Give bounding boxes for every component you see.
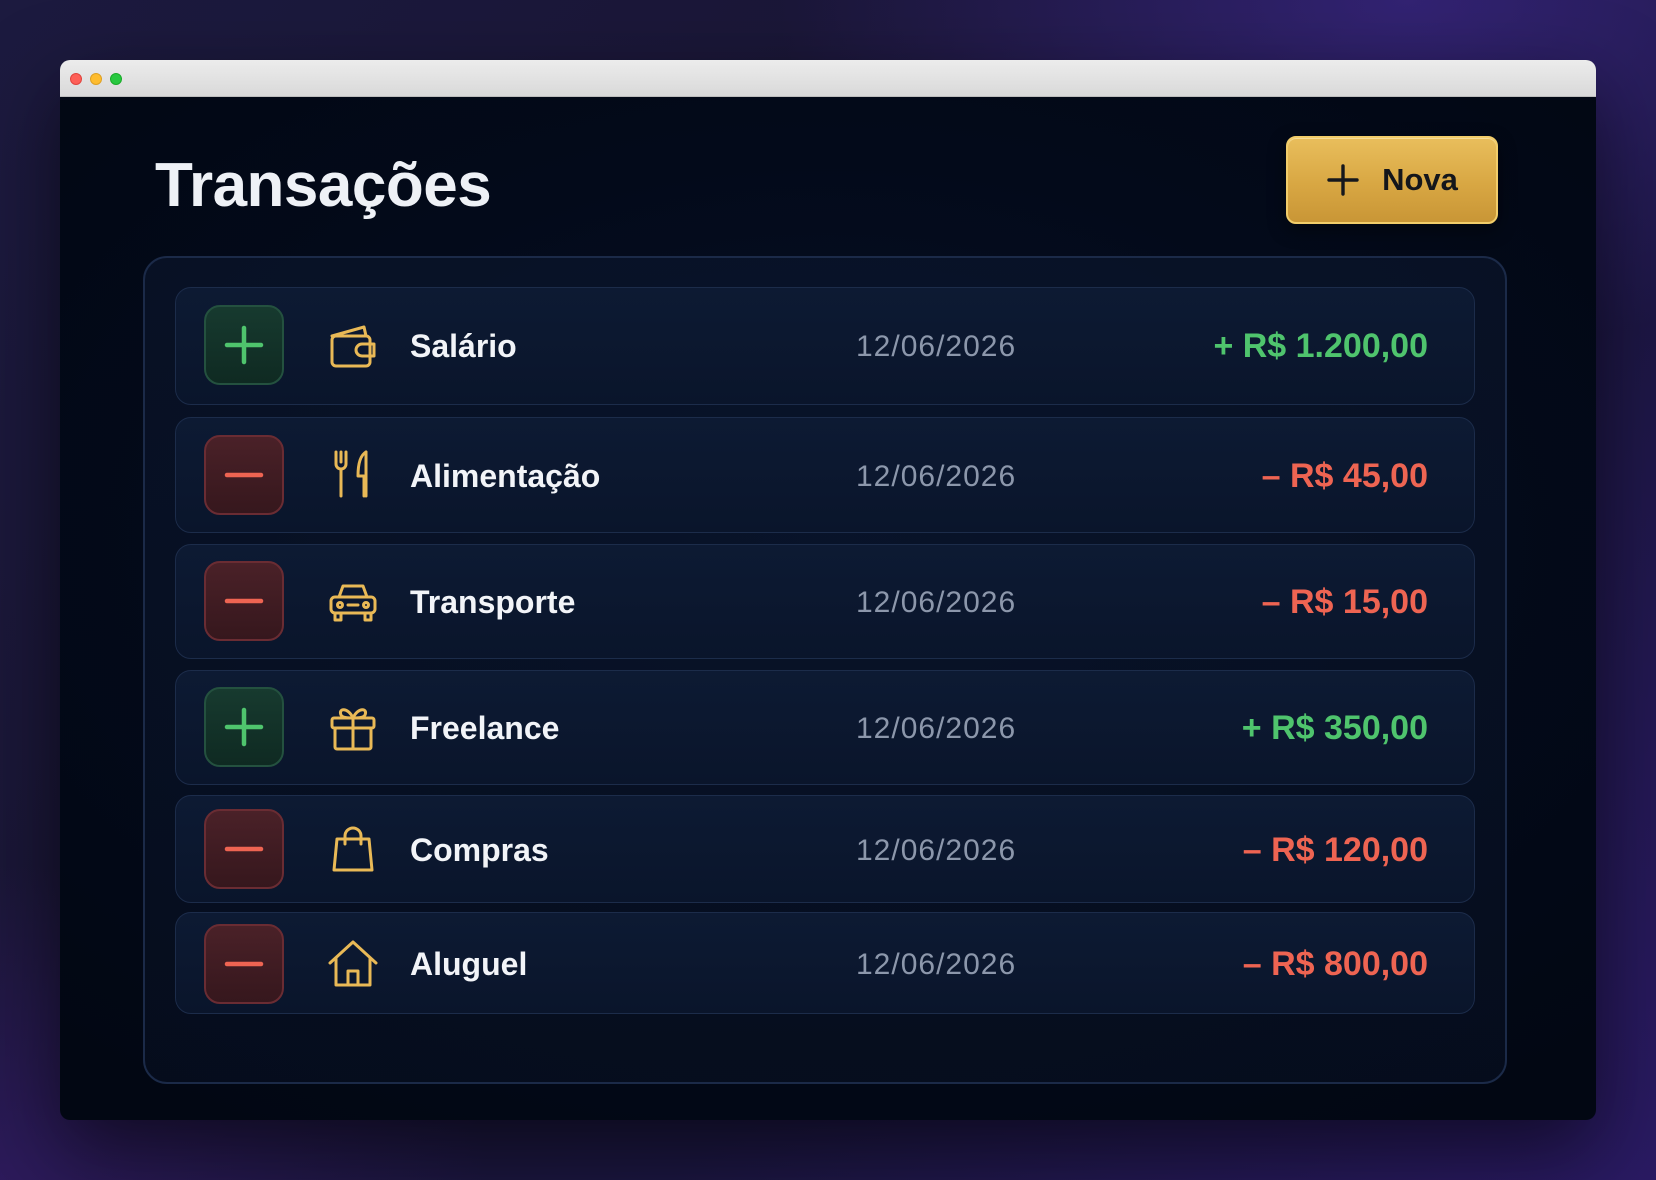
plus-icon xyxy=(222,705,266,749)
shopping-bag-icon xyxy=(326,822,380,876)
transaction-name: Compras xyxy=(410,832,549,868)
transaction-amount: – R$ 120,00 xyxy=(1242,831,1428,869)
new-transaction-button[interactable]: Nova xyxy=(1286,136,1498,224)
expense-toggle-button[interactable] xyxy=(204,435,284,515)
transaction-name: Freelance xyxy=(410,710,560,746)
window-titlebar xyxy=(60,60,1596,97)
minus-icon xyxy=(222,942,266,986)
page-title: Transações xyxy=(155,151,492,220)
transaction-date: 12/06/2026 xyxy=(856,834,1017,867)
transaction-date: 12/06/2026 xyxy=(856,948,1017,981)
transaction-amount: + R$ 1.200,00 xyxy=(1213,327,1428,365)
transaction-name: Transporte xyxy=(410,584,576,620)
transaction-date: 12/06/2026 xyxy=(856,330,1017,363)
minus-icon xyxy=(222,453,266,497)
transaction-amount: – R$ 15,00 xyxy=(1261,583,1428,621)
fork-knife-icon xyxy=(326,448,380,502)
transaction-date: 12/06/2026 xyxy=(856,586,1017,619)
transaction-row[interactable]: Salário 12/06/2026 + R$ 1.200,00 xyxy=(175,287,1475,405)
new-button-label: Nova xyxy=(1382,162,1458,197)
car-icon xyxy=(326,575,380,629)
house-icon xyxy=(326,937,380,991)
transaction-row[interactable]: Aluguel 12/06/2026 – R$ 800,00 xyxy=(175,912,1475,1014)
transaction-name: Aluguel xyxy=(410,946,528,982)
transaction-date: 12/06/2026 xyxy=(856,712,1017,745)
transaction-amount: – R$ 45,00 xyxy=(1261,457,1428,495)
plus-icon xyxy=(222,323,266,367)
maximize-window-button[interactable] xyxy=(110,73,122,85)
expense-toggle-button[interactable] xyxy=(204,924,284,1004)
app-window: Transações Nova Salário 12/06/2026 + R$ … xyxy=(60,60,1596,1120)
income-toggle-button[interactable] xyxy=(204,305,284,385)
minus-icon xyxy=(222,827,266,871)
transaction-row[interactable]: Transporte 12/06/2026 – R$ 15,00 xyxy=(175,544,1475,659)
transaction-amount: – R$ 800,00 xyxy=(1242,945,1428,983)
transaction-name: Salário xyxy=(410,328,517,364)
gift-icon xyxy=(326,701,380,755)
transactions-panel: Salário 12/06/2026 + R$ 1.200,00 Aliment… xyxy=(143,256,1507,1084)
transaction-row[interactable]: Alimentação 12/06/2026 – R$ 45,00 xyxy=(175,417,1475,533)
minus-icon xyxy=(222,579,266,623)
expense-toggle-button[interactable] xyxy=(204,561,284,641)
transaction-row[interactable]: Compras 12/06/2026 – R$ 120,00 xyxy=(175,795,1475,903)
minimize-window-button[interactable] xyxy=(90,73,102,85)
expense-toggle-button[interactable] xyxy=(204,809,284,889)
transaction-amount: + R$ 350,00 xyxy=(1241,709,1428,747)
transaction-row[interactable]: Freelance 12/06/2026 + R$ 350,00 xyxy=(175,670,1475,785)
transaction-name: Alimentação xyxy=(410,458,601,494)
close-window-button[interactable] xyxy=(70,73,82,85)
plus-icon xyxy=(1326,163,1360,197)
transaction-date: 12/06/2026 xyxy=(856,460,1017,493)
wallet-icon xyxy=(326,320,380,374)
income-toggle-button[interactable] xyxy=(204,687,284,767)
